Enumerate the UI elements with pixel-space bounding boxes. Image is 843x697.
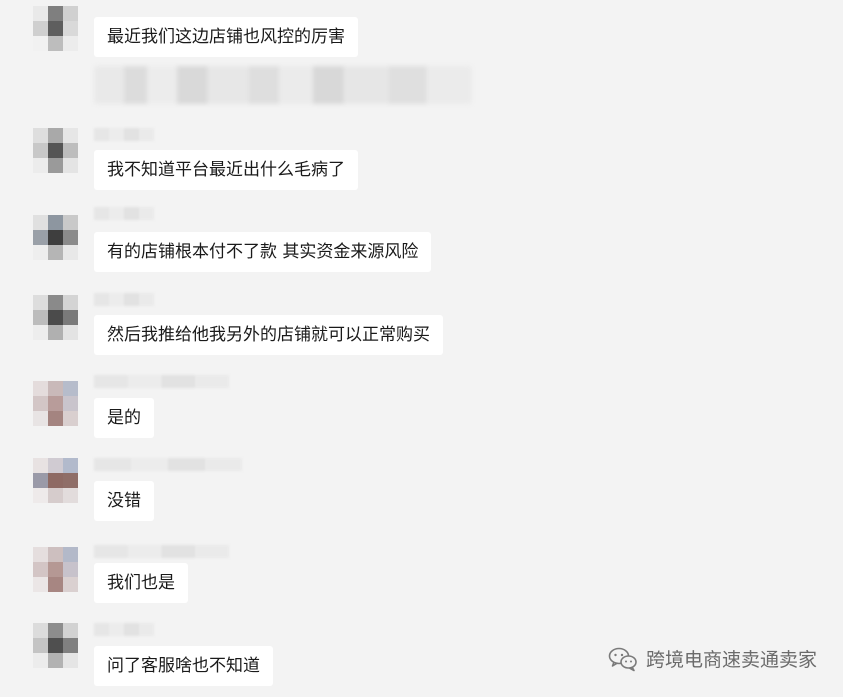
sender-name-blurred: [94, 458, 242, 471]
message-bubble: 我不知道平台最近出什么毛病了: [94, 150, 358, 190]
message-bubble: 问了客服啥也不知道: [94, 646, 273, 686]
sender-name-blurred: [94, 375, 229, 388]
avatar[interactable]: [33, 623, 78, 668]
avatar[interactable]: [33, 547, 78, 592]
message-bubble: 然后我推给他我另外的店铺就可以正常购买: [94, 315, 443, 355]
avatar[interactable]: [33, 6, 78, 51]
blurred-message: [94, 66, 472, 104]
avatar[interactable]: [33, 381, 78, 426]
sender-name-blurred: [94, 293, 154, 306]
message-bubble: 没错: [94, 481, 154, 521]
avatar[interactable]: [33, 295, 78, 340]
watermark-text: 跨境电商速卖通卖家: [645, 649, 817, 671]
avatar[interactable]: [33, 128, 78, 173]
message-bubble: 最近我们这边店铺也风控的厉害: [94, 17, 358, 57]
sender-name-blurred: [94, 207, 154, 220]
message-bubble: 是的: [94, 398, 154, 438]
message-bubble: 我们也是: [94, 563, 188, 603]
wechat-icon: [608, 647, 637, 671]
watermark: 跨境电商速卖通卖家: [608, 645, 817, 672]
sender-name-blurred: [94, 128, 154, 141]
sender-name-blurred: [94, 545, 229, 558]
avatar[interactable]: [33, 458, 78, 503]
avatar[interactable]: [33, 215, 78, 260]
message-bubble: 有的店铺根本付不了款 其实资金来源风险: [94, 232, 432, 272]
sender-name-blurred: [94, 623, 154, 636]
